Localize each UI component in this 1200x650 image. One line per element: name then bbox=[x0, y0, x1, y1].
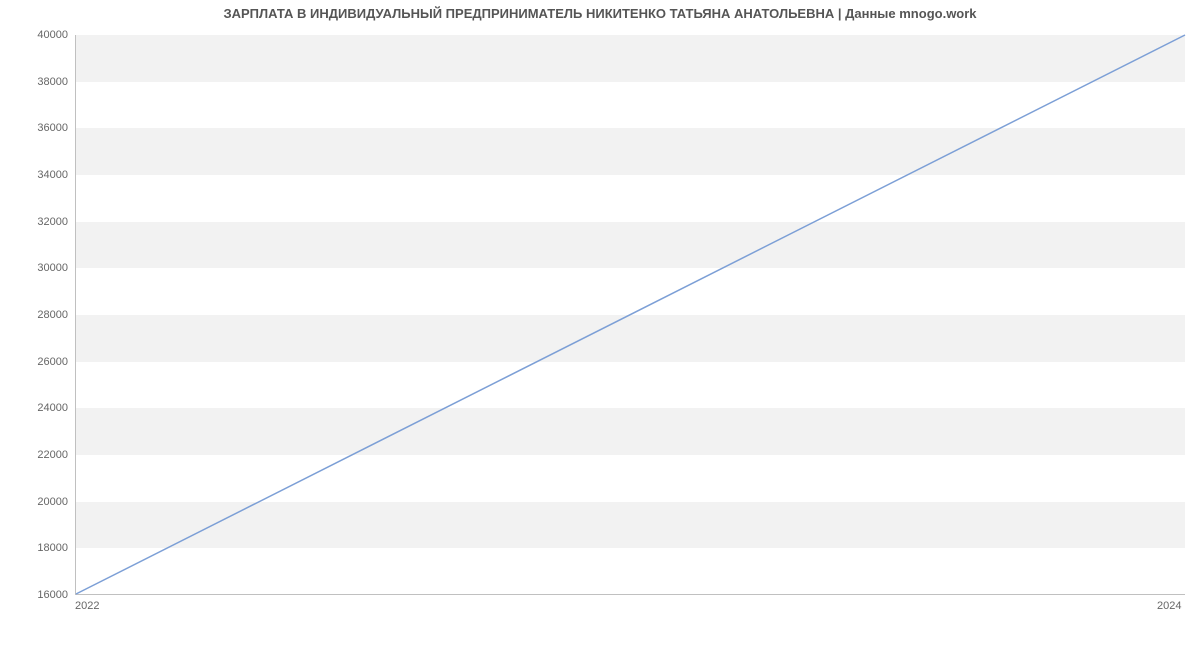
y-tick-label: 30000 bbox=[8, 262, 68, 274]
y-tick-label: 28000 bbox=[8, 309, 68, 321]
y-tick-label: 40000 bbox=[8, 29, 68, 41]
y-tick-label: 24000 bbox=[8, 402, 68, 414]
y-tick-label: 26000 bbox=[8, 356, 68, 368]
chart-title: ЗАРПЛАТА В ИНДИВИДУАЛЬНЫЙ ПРЕДПРИНИМАТЕЛ… bbox=[0, 6, 1200, 21]
chart-container: ЗАРПЛАТА В ИНДИВИДУАЛЬНЫЙ ПРЕДПРИНИМАТЕЛ… bbox=[0, 0, 1200, 650]
y-tick-label: 34000 bbox=[8, 169, 68, 181]
y-tick-label: 32000 bbox=[8, 216, 68, 228]
y-tick-label: 36000 bbox=[8, 122, 68, 134]
y-tick-label: 38000 bbox=[8, 76, 68, 88]
y-tick-label: 16000 bbox=[8, 589, 68, 601]
y-tick-label: 20000 bbox=[8, 496, 68, 508]
y-tick-label: 18000 bbox=[8, 542, 68, 554]
x-tick-label: 2024 bbox=[1157, 600, 1181, 612]
line-series bbox=[76, 35, 1185, 594]
y-tick-label: 22000 bbox=[8, 449, 68, 461]
plot-area bbox=[75, 35, 1185, 595]
x-tick-label: 2022 bbox=[75, 600, 99, 612]
